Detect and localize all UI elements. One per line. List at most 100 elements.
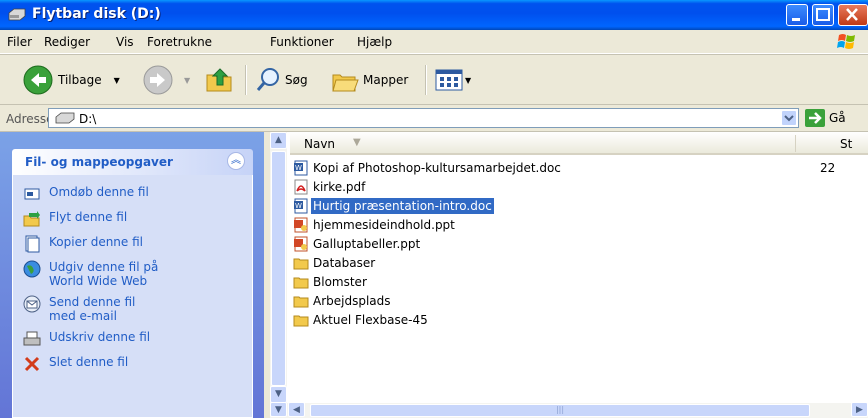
- title-bar[interactable]: Flytbar disk (D:): [0, 0, 868, 30]
- drive-icon: [8, 8, 26, 21]
- file-name: Hurtig præsentation-intro.doc: [311, 197, 494, 214]
- folder-name: Blomster: [313, 274, 367, 289]
- folder-icon: [293, 258, 309, 269]
- folders-label: Mapper: [363, 73, 409, 87]
- scroll-up-button[interactable]: ▲: [270, 132, 287, 149]
- file-row[interactable]: kirke.pdf: [293, 177, 370, 196]
- collapse-button[interactable]: ︽: [227, 152, 245, 170]
- file-row-selected[interactable]: W Hurtig præsentation-intro.doc: [293, 196, 497, 215]
- folder-row[interactable]: Arbejdsplads: [293, 291, 396, 310]
- task-label: Kopier denne fil: [49, 235, 143, 249]
- print-icon: [23, 331, 41, 346]
- task-rename[interactable]: Omdøb denne fil: [23, 185, 252, 203]
- task-label: Flyt denne fil: [49, 210, 128, 224]
- svg-text:W: W: [295, 202, 302, 210]
- menu-file[interactable]: Filer: [7, 35, 32, 49]
- minimize-button[interactable]: [786, 4, 808, 26]
- maximize-button[interactable]: [812, 4, 834, 26]
- maximize-icon: [816, 8, 830, 21]
- go-arrow-icon: [805, 109, 825, 127]
- menu-view[interactable]: Vis: [116, 35, 134, 49]
- close-button[interactable]: [838, 4, 868, 26]
- views-dropdown-icon[interactable]: ▼: [465, 76, 471, 85]
- back-dropdown-icon[interactable]: ▼: [114, 76, 120, 85]
- scroll-thumb[interactable]: [271, 151, 286, 386]
- task-label: Omdøb denne fil: [49, 185, 149, 199]
- chevron-up-icon: ▲: [275, 135, 282, 145]
- folder-icon: [293, 296, 309, 307]
- address-input[interactable]: D:\: [48, 108, 799, 128]
- back-label: Tilbage: [58, 73, 102, 87]
- column-name-header[interactable]: Navn: [304, 137, 335, 151]
- task-copy[interactable]: Kopier denne fil: [23, 235, 252, 253]
- task-panel-header[interactable]: Fil- og mappeopgaver ︽: [12, 149, 253, 175]
- file-folder-tasks-panel: Fil- og mappeopgaver ︽ Omdøb denne fil F…: [12, 149, 253, 418]
- menu-favorites[interactable]: Foretrukne: [147, 35, 212, 49]
- views-button[interactable]: ▼: [435, 69, 471, 91]
- folder-name: Arbejdsplads: [313, 293, 391, 308]
- close-icon: [846, 8, 858, 21]
- copy-icon: [25, 235, 40, 253]
- rename-icon: [24, 188, 40, 200]
- task-delete[interactable]: Slet denne fil: [23, 355, 252, 373]
- folder-row[interactable]: Aktuel Flexbase-45: [293, 310, 433, 329]
- task-label: Send denne fil med e-mail: [49, 295, 136, 323]
- back-arrow-icon: [23, 65, 53, 95]
- file-name: kirke.pdf: [313, 179, 366, 194]
- email-icon: [23, 295, 41, 313]
- search-label: Søg: [285, 73, 308, 87]
- word-doc-icon: W: [294, 198, 308, 213]
- task-label: Udskriv denne fil: [49, 330, 151, 344]
- move-icon: [23, 211, 40, 227]
- file-name: hjemmesideindhold.ppt: [313, 217, 455, 232]
- search-icon: [256, 68, 279, 91]
- horizontal-scroll-thumb[interactable]: |||: [310, 404, 810, 417]
- svg-text:W: W: [295, 164, 302, 172]
- minimize-icon: [792, 18, 800, 21]
- chevron-up-double-icon: ︽: [231, 155, 241, 166]
- file-row[interactable]: Galluptabeller.ppt: [293, 234, 425, 253]
- folder-row[interactable]: Blomster: [293, 272, 372, 291]
- file-row[interactable]: W Kopi af Photoshop-kultursamarbejdet.do…: [293, 158, 566, 177]
- chevron-down-icon: ▼: [275, 389, 282, 399]
- file-name: Galluptabeller.ppt: [313, 236, 421, 251]
- task-panel-title: Fil- og mappeopgaver: [25, 155, 173, 169]
- task-print[interactable]: Udskriv denne fil: [23, 330, 252, 348]
- task-publish-web[interactable]: Udgiv denne fil på World Wide Web: [23, 260, 163, 288]
- powerpoint-icon: [294, 217, 308, 232]
- up-folder-button[interactable]: [205, 65, 235, 95]
- sort-arrow-icon: ▼: [353, 137, 361, 148]
- folders-icon: [332, 74, 359, 92]
- search-button[interactable]: Søg: [255, 67, 308, 93]
- folder-icon: [293, 315, 309, 326]
- vertical-scrollbar[interactable]: ▲ ▼: [270, 132, 287, 418]
- forward-button[interactable]: ▼: [142, 64, 190, 96]
- file-name: Kopi af Photoshop-kultursamarbejdet.doc: [313, 160, 561, 175]
- address-value: D:\: [79, 112, 97, 126]
- file-row[interactable]: hjemmesideindhold.ppt: [293, 215, 460, 234]
- column-size-header[interactable]: St: [840, 137, 852, 151]
- folder-row[interactable]: Databaser: [293, 253, 380, 272]
- forward-dropdown-icon[interactable]: ▼: [184, 76, 190, 85]
- collapse-chevron-icon[interactable]: ▼: [270, 402, 287, 417]
- views-icon: [435, 69, 463, 91]
- task-send-email[interactable]: Send denne fil med e-mail: [23, 295, 163, 323]
- folder-icon: [293, 277, 309, 288]
- scroll-right-button[interactable]: ▶: [851, 402, 868, 417]
- task-move[interactable]: Flyt denne fil: [23, 210, 252, 228]
- file-list-pane: ▲ ▼ Navn ▼ St W Kopi af Photoshop-kultur…: [270, 132, 868, 418]
- go-button[interactable]: Gå: [805, 109, 846, 127]
- menu-tools[interactable]: Funktioner: [270, 35, 334, 49]
- forward-arrow-icon: [143, 65, 173, 95]
- menu-edit[interactable]: Rediger: [44, 35, 90, 49]
- scroll-down-button[interactable]: ▼: [270, 386, 287, 403]
- scroll-left-button[interactable]: ◀: [288, 402, 305, 417]
- delete-icon: [24, 356, 40, 372]
- horizontal-scrollbar[interactable]: ▼ ◀ ||| ▶: [270, 402, 868, 418]
- back-button[interactable]: Tilbage ▼: [22, 64, 120, 96]
- folders-button[interactable]: Mapper: [331, 67, 408, 93]
- folder-name: Aktuel Flexbase-45: [313, 312, 428, 327]
- menu-help[interactable]: Hjælp: [357, 35, 392, 49]
- address-dropdown-button[interactable]: [781, 110, 797, 126]
- chevron-right-icon: ▶: [856, 405, 863, 415]
